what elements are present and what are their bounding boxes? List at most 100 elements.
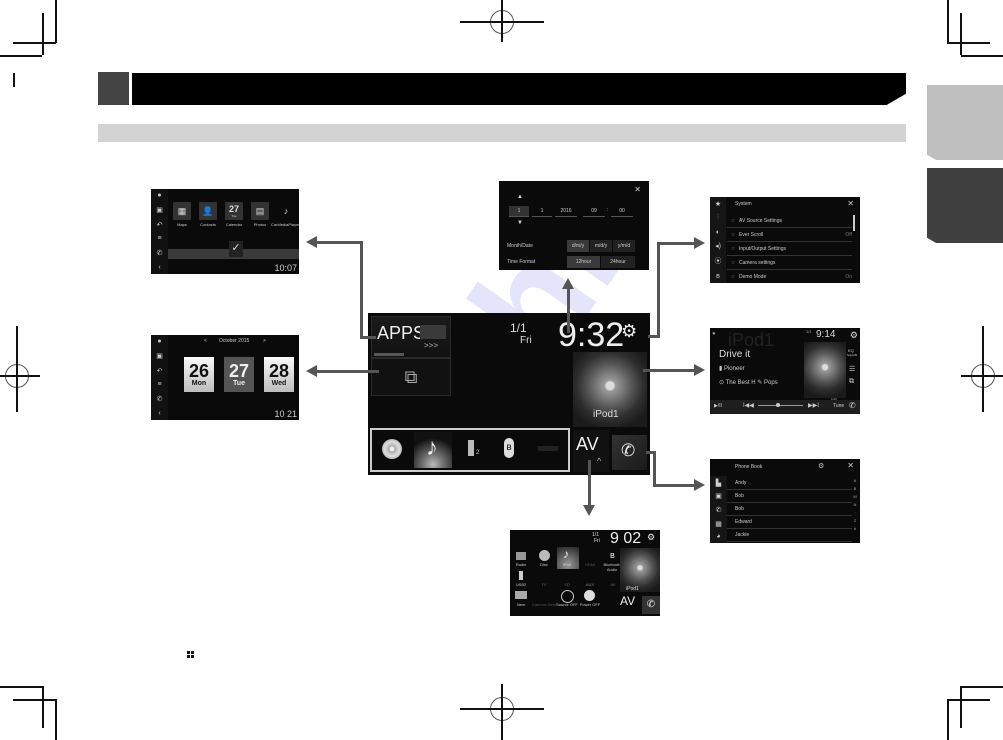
phone-icon[interactable]: ✆	[849, 401, 856, 410]
settings-gear-icon[interactable]: ⚙	[850, 330, 858, 341]
bluetooth-icon[interactable]: ʙ	[610, 550, 615, 560]
index-letter[interactable]: A	[852, 477, 858, 485]
previous-track-button[interactable]: I◀◀	[743, 402, 754, 409]
contact-row[interactable]: Edward	[727, 515, 852, 529]
close-button[interactable]: ✕	[634, 185, 641, 194]
contact-row[interactable]: Bob	[727, 489, 852, 503]
next-track-button[interactable]: ▶▶I	[808, 402, 819, 409]
phonebook-icon[interactable]: ▣	[715, 492, 722, 500]
navi-icon[interactable]	[515, 591, 527, 599]
person-icon[interactable]: 👤	[199, 202, 217, 220]
disc-icon[interactable]	[382, 439, 402, 459]
keypad-icon[interactable]: ▦	[715, 520, 722, 528]
system-icon[interactable]: ⫶	[717, 214, 719, 222]
favorite-icon[interactable]: ★	[715, 200, 721, 208]
apps-button[interactable]: APPS >>>	[371, 316, 451, 358]
aux-icon[interactable]	[538, 446, 558, 451]
index-letter[interactable]: :	[852, 509, 858, 517]
usb-icon[interactable]	[519, 571, 523, 580]
app-shortcut-button[interactable]: ⧉	[371, 358, 451, 396]
music-note-icon[interactable]: ♪	[414, 432, 452, 468]
photos-icon[interactable]: ▤	[251, 202, 269, 220]
contact-row[interactable]: Andy	[727, 476, 852, 490]
increment-icon[interactable]: ▲	[517, 194, 523, 200]
format-mdy-option[interactable]: m/d/y	[590, 240, 612, 252]
play-pause-button[interactable]: ▶/II	[714, 403, 722, 409]
audio-icon[interactable]: ◂)	[715, 242, 721, 250]
back-icon[interactable]: ↶	[157, 367, 163, 375]
av-button[interactable]: AV	[620, 594, 635, 608]
day-tile-selected[interactable]: 27 Tue	[224, 357, 254, 392]
settings-gear-icon[interactable]: ⚙	[818, 462, 824, 470]
usb-icon[interactable]	[468, 440, 474, 456]
list-icon[interactable]: ☰	[849, 365, 855, 373]
month-field[interactable]: 1	[532, 206, 552, 217]
home-icon[interactable]: ●	[157, 338, 161, 345]
day-tile[interactable]: 26 Mon	[184, 357, 214, 392]
star-icon[interactable]: ☆	[727, 218, 739, 224]
setting-row[interactable]: ☆ Ever Scroll Off	[727, 228, 852, 242]
format-ymd-option[interactable]: y/m/d	[613, 240, 635, 252]
voice-icon[interactable]: ◕	[716, 533, 720, 540]
index-letter[interactable]: M	[852, 493, 858, 501]
progress-bar[interactable]	[758, 405, 803, 406]
star-icon[interactable]: ☆	[727, 260, 739, 266]
theme-icon[interactable]: ◐	[716, 229, 720, 236]
browse-icon[interactable]: ⧉	[849, 378, 854, 386]
contact-row[interactable]: Jackie	[727, 528, 852, 542]
collapse-icon[interactable]: ‹	[158, 264, 160, 271]
map-icon[interactable]: ▦	[173, 202, 191, 220]
windows-icon[interactable]: ▣	[156, 352, 163, 360]
phone-button[interactable]: ✆	[612, 435, 647, 470]
close-button[interactable]: ✕	[847, 461, 854, 470]
check-icon[interactable]: ✓	[229, 241, 243, 257]
format-24hour-option[interactable]: 24hour	[601, 256, 635, 268]
star-icon[interactable]: ☆	[727, 246, 739, 252]
hour-field[interactable]: 09	[583, 206, 605, 217]
back-icon[interactable]: ↶	[157, 221, 163, 229]
index-letter[interactable]: B	[852, 485, 858, 493]
home-icon[interactable]: ●	[157, 192, 161, 199]
contact-row[interactable]: Bob	[727, 502, 852, 516]
phone-button[interactable]: ✆	[642, 596, 660, 614]
next-month-button[interactable]: >	[263, 338, 266, 344]
radio-icon[interactable]	[516, 552, 526, 560]
day-field[interactable]: 1	[509, 206, 529, 217]
prev-month-button[interactable]: <	[204, 338, 207, 344]
collapse-icon[interactable]: ‹	[158, 410, 160, 417]
bluetooth-icon[interactable]: ʙ	[716, 273, 720, 280]
close-button[interactable]: ✕	[847, 199, 854, 208]
alphabet-index[interactable]: A B M N : Z #	[852, 477, 858, 533]
setting-row[interactable]: ☆ Camera settings	[727, 256, 852, 270]
day-tile[interactable]: 28 Wed	[264, 357, 294, 392]
phone-icon[interactable]: ✆	[157, 249, 163, 257]
minute-field[interactable]: 00	[611, 206, 633, 217]
format-12hour-option[interactable]: 12hour	[567, 256, 600, 268]
av-button[interactable]: AV ^	[573, 430, 609, 472]
star-icon[interactable]: ☆	[727, 274, 739, 280]
phone-icon[interactable]: ✆	[157, 395, 163, 403]
format-dmy-option[interactable]: d/m/y	[567, 240, 589, 252]
call-history-icon[interactable]: ✆	[716, 506, 722, 514]
contacts-list-icon[interactable]: ▙	[716, 479, 721, 487]
bluetooth-icon[interactable]: ʙ	[504, 438, 514, 458]
music-icon[interactable]: ♪	[277, 202, 295, 220]
settings-gear-icon[interactable]: ⚙	[621, 321, 637, 342]
tune-button[interactable]: Tune	[833, 403, 844, 409]
star-icon[interactable]: ☆	[727, 232, 739, 238]
video-icon[interactable]: ⦿	[715, 256, 722, 266]
scrollbar[interactable]	[853, 215, 855, 231]
disc-icon[interactable]	[539, 550, 550, 561]
setting-row[interactable]: ☆ Demo Mode On	[727, 270, 852, 283]
settings-gear-icon[interactable]: ⚙	[647, 532, 655, 543]
menu-icon[interactable]: ≡	[157, 381, 161, 388]
year-field[interactable]: 2016	[555, 206, 577, 217]
setting-row[interactable]: ☆ AV Source Settings	[727, 214, 852, 228]
index-letter[interactable]: N	[852, 501, 858, 509]
calendar-icon[interactable]: 27 Tue	[225, 202, 243, 220]
home-icon[interactable]: ●	[712, 331, 716, 337]
progress-handle[interactable]	[776, 403, 780, 407]
decrement-icon[interactable]: ▼	[517, 220, 523, 226]
index-letter[interactable]: #	[852, 525, 858, 533]
windows-icon[interactable]: ▣	[156, 206, 163, 214]
